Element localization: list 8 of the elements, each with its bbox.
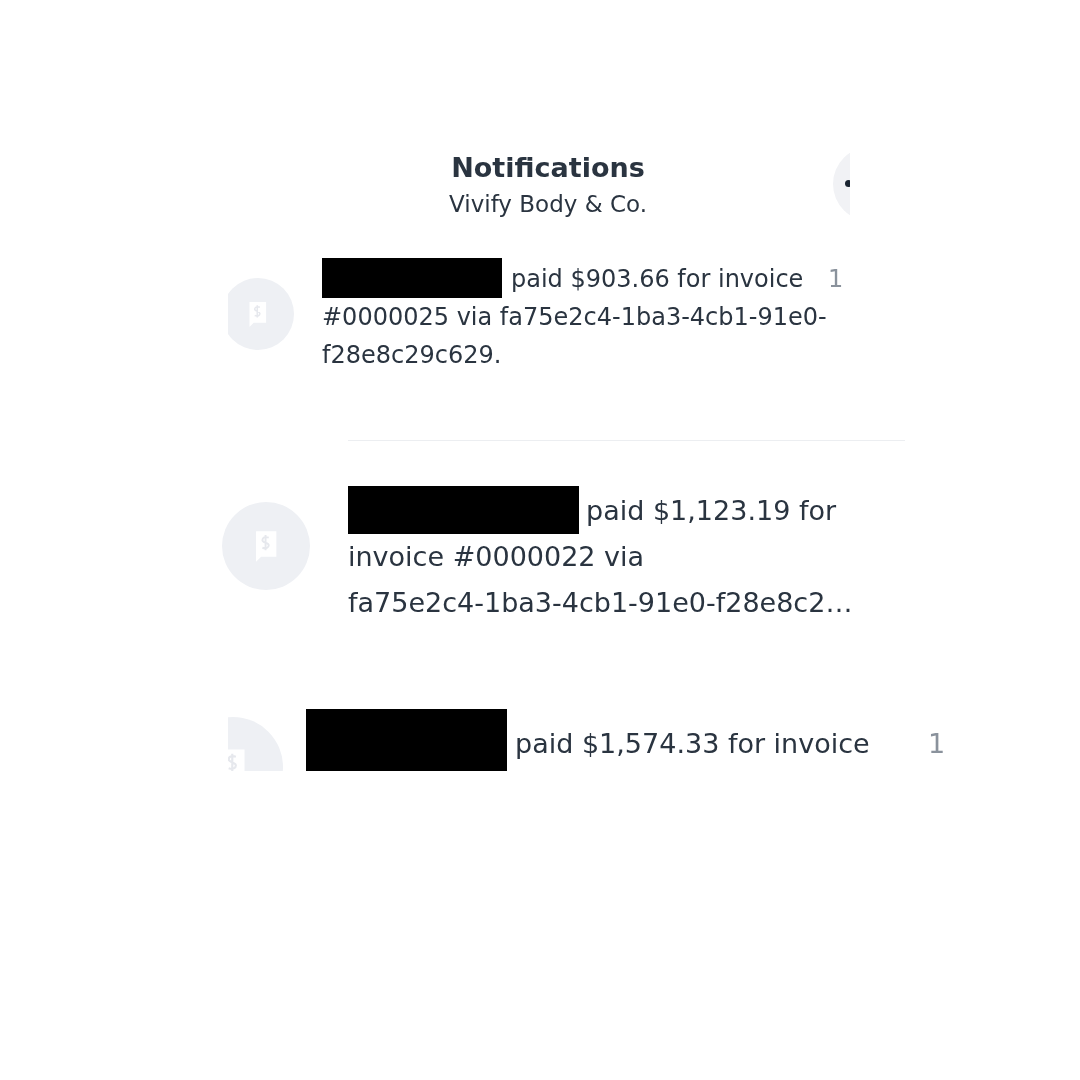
- notification-message: paid $1,574.33 for invoice: [514, 727, 871, 761]
- business-name: Vivify Body & Co.: [449, 190, 647, 219]
- notification-time: 1: [828, 264, 844, 295]
- page-title: Notifications: [451, 151, 645, 185]
- receipt-icon: [247, 300, 269, 328]
- notification-message: paid $903.66 for invoice #0000025 via fa75e2c4-1ba3-4cb1-91e0-f28e8c29c629.: [322, 264, 828, 371]
- notification-time: 1: [928, 727, 946, 761]
- notification-message: paid $1,123.19 for invoice #0000022 via fa75e2c4-1ba3-4cb1-91e0-f28e8c2…: [348, 494, 854, 612]
